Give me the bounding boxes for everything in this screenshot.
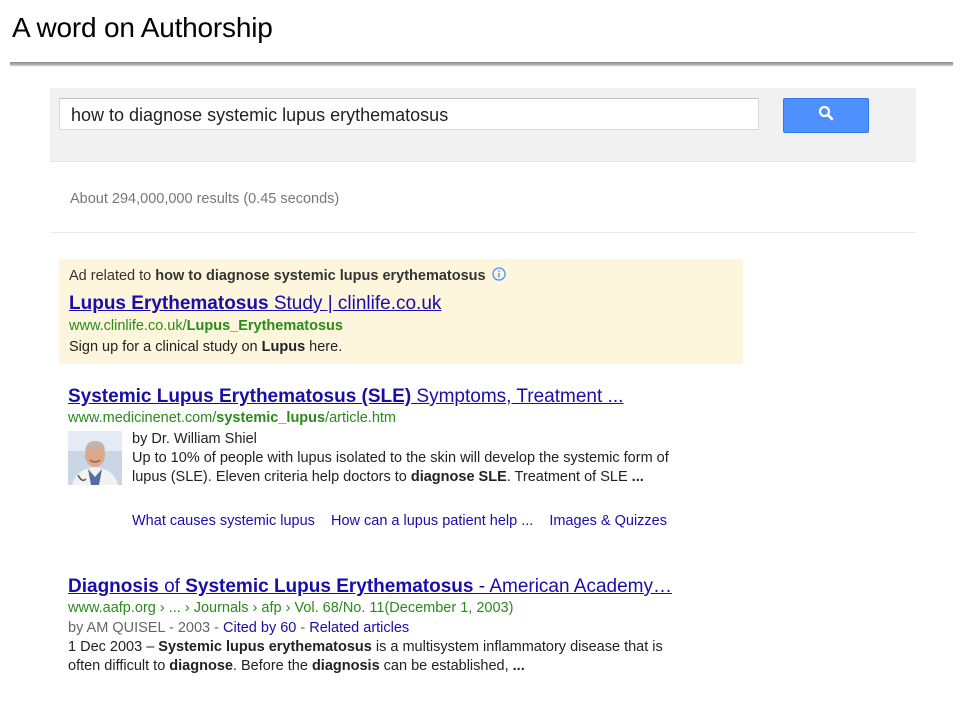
result-1-author: by Dr. William Shiel	[132, 431, 257, 447]
result-1-url-bold: systemic_lupus	[216, 410, 326, 426]
result-2-snippet-date: 1 Dec 2003 –	[68, 639, 159, 655]
sitelink[interactable]: What causes systemic lupus	[132, 513, 315, 529]
search-results-screenshot: how to diagnose systemic lupus erythemat…	[50, 88, 916, 688]
search-icon	[818, 105, 834, 126]
result-2-title-rest: - American Academy…	[473, 576, 673, 597]
result-1-title-bold: Systemic Lupus Erythematosus (SLE)	[68, 386, 412, 407]
ad-desc-pre: Sign up for a clinical study on	[69, 339, 262, 355]
result-1-sitelinks: What causes systemic lupus How can a lup…	[132, 512, 692, 531]
ad-url: www.clinlife.co.uk/Lupus_Erythematosus	[69, 318, 343, 334]
sitelink[interactable]: Images & Quizzes	[549, 513, 667, 529]
info-icon[interactable]	[491, 267, 506, 285]
ad-url-bold: Lupus_Erythematosus	[186, 318, 343, 334]
ad-url-plain: www.clinlife.co.uk/	[69, 318, 187, 334]
result-stats: About 294,000,000 results (0.45 seconds)	[70, 191, 340, 207]
sitelink[interactable]: How can a lupus patient help ...	[331, 513, 533, 529]
result-2-snippet-bold-3: diagnosis	[311, 658, 380, 674]
search-button[interactable]	[783, 98, 869, 133]
ad-title-bold: Lupus Erythematosus	[69, 293, 269, 314]
search-input[interactable]: how to diagnose systemic lupus erythemat…	[59, 98, 759, 130]
ad-desc-bold: Lupus	[261, 339, 306, 355]
result-2-title-link[interactable]: Diagnosis of Systemic Lupus Erythematosu…	[68, 576, 672, 598]
divider	[50, 232, 916, 233]
result-2-title-mid: of	[158, 576, 186, 597]
result-2-meta-sep: -	[296, 620, 310, 636]
title-divider	[10, 62, 953, 65]
result-1-url: www.medicinenet.com/systemic_lupus/artic…	[68, 410, 396, 426]
result-2-snippet-text-3: can be established,	[379, 658, 513, 674]
result-2-title-bold-1: Diagnosis	[68, 576, 159, 597]
result-1-title-link[interactable]: Systemic Lupus Erythematosus (SLE) Sympt…	[68, 386, 623, 408]
result-1-url-plain-end: /article.htm	[325, 410, 397, 426]
result-1-title-rest: Symptoms, Treatment ...	[411, 386, 624, 407]
ad-title-rest: Study | clinlife.co.uk	[268, 293, 442, 314]
result-1-snippet-bold: diagnose SLE	[410, 469, 507, 485]
cited-by-link[interactable]: Cited by 60	[223, 620, 296, 636]
result-1-snippet-ellipsis: ...	[631, 469, 644, 485]
slide-title: A word on Authorship	[12, 12, 273, 43]
result-2-snippet-text-2: . Before the	[232, 658, 312, 674]
ad-description: Sign up for a clinical study on Lupus he…	[69, 338, 342, 357]
result-1-snippet-text-2: . Treatment of SLE	[506, 469, 632, 485]
result-2-snippet-bold-2: diagnose	[169, 658, 233, 674]
ad-result: Ad related to how to diagnose systemic l…	[59, 259, 743, 364]
ad-desc-post: here.	[305, 339, 343, 355]
result-2-breadcrumb: www.aafp.org › ... › Journals › afp › Vo…	[68, 600, 514, 616]
result-1-snippet: Up to 10% of people with lupus isolated …	[132, 449, 692, 487]
search-bar-area: how to diagnose systemic lupus erythemat…	[50, 88, 916, 162]
result-2-snippet-ellipsis: ...	[512, 658, 525, 674]
result-2-meta: by AM QUISEL - 2003 - Cited by 60 - Rela…	[68, 619, 409, 638]
result-2-snippet: 1 Dec 2003 – Systemic lupus erythematosu…	[68, 638, 693, 676]
ad-label-prefix: Ad related to	[69, 268, 152, 284]
ad-label: Ad related to how to diagnose systemic l…	[69, 267, 506, 285]
result-2-meta-author: by AM QUISEL - 2003 -	[68, 620, 223, 636]
ad-title-link[interactable]: Lupus Erythematosus Study | clinlife.co.…	[69, 293, 441, 315]
result-1-url-plain: www.medicinenet.com/	[68, 410, 217, 426]
related-articles-link[interactable]: Related articles	[309, 620, 409, 636]
result-2-snippet-bold-1: Systemic lupus erythematosus	[158, 639, 372, 655]
result-2-title-bold-2: Systemic Lupus Erythematosus	[185, 576, 474, 597]
ad-label-query: how to diagnose systemic lupus erythemat…	[155, 268, 486, 284]
author-photo[interactable]	[68, 431, 122, 485]
